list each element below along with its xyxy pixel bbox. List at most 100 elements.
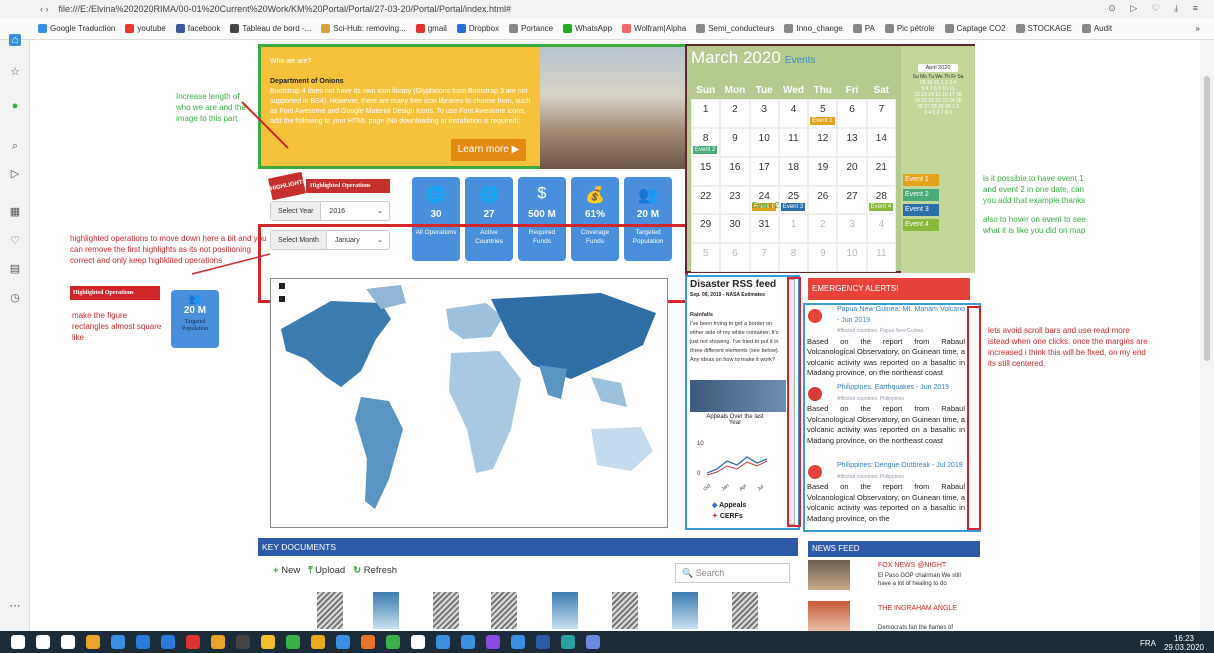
calendar-day[interactable]: 8 Event 2 <box>691 127 721 157</box>
bookmark-item[interactable]: Semi_conducteurs <box>696 24 774 33</box>
scroll-thumb[interactable] <box>1204 76 1210 361</box>
news-title[interactable]: FOX NEWS @NIGHT <box>878 561 968 570</box>
taskbar-app-icon[interactable] <box>336 635 350 649</box>
bookmark-item[interactable]: Google Traduction <box>38 24 115 33</box>
calendar-day[interactable]: 3 <box>749 99 779 128</box>
whatsapp-icon[interactable]: ● <box>9 100 21 112</box>
calendar-day[interactable]: 29 <box>691 214 721 244</box>
refresh-button[interactable]: ↻ Refresh <box>353 565 397 576</box>
back-icon[interactable]: ‹ › <box>40 4 49 14</box>
taskbar-app-icon[interactable] <box>361 635 375 649</box>
calendar-day[interactable]: 23 <box>720 185 750 215</box>
upload-button[interactable]: ⤒ Upload <box>308 565 345 576</box>
calendar-day[interactable]: 31 <box>749 214 779 244</box>
emergency-item[interactable]: Papua New Guinea: Mt. Manam Volcano - Ju… <box>807 305 965 379</box>
event-legend-item[interactable]: Event 1 <box>903 174 939 186</box>
send-icon[interactable]: ▷ <box>9 168 21 180</box>
bookmark-item[interactable]: Wolfram|Alpha <box>622 24 686 33</box>
bookmark-item[interactable]: Audit <box>1081 24 1112 33</box>
taskbar-app-icon[interactable] <box>86 635 100 649</box>
more-icon[interactable]: ⋯ <box>9 600 21 612</box>
news-thumbnail[interactable] <box>808 560 850 590</box>
star-icon[interactable]: ☆ <box>9 66 21 78</box>
calendar-day[interactable]: 18 <box>778 156 809 186</box>
bookmark-item[interactable]: facebook <box>175 24 220 33</box>
history-icon[interactable]: ◷ <box>9 292 21 304</box>
calendar-day[interactable]: 19 <box>808 156 838 186</box>
map-control-icon[interactable] <box>279 283 285 289</box>
mini-calendar-title[interactable]: April 2020 <box>918 64 958 72</box>
clock[interactable]: 16:23 29.03.2020 <box>1164 634 1204 652</box>
calendar-day[interactable]: 27 <box>837 185 867 215</box>
calendar-day[interactable]: 7 <box>866 99 896 128</box>
event-2-overlay[interactable]: Event 2 <box>752 201 779 210</box>
calendar-day[interactable]: 4 <box>778 99 809 128</box>
taskbar-app-icon[interactable] <box>311 635 325 649</box>
document-thumbnail[interactable] <box>433 592 459 629</box>
mini-calendar-week[interactable]: 3 4 5 6 7 8 9 <box>904 110 972 116</box>
learn-more-button[interactable]: Learn more ▶ <box>451 139 526 161</box>
bookmark-item[interactable]: Dropbox <box>456 24 499 33</box>
document-thumbnail[interactable] <box>672 592 698 629</box>
calendar-day[interactable]: 5 Event 1 <box>808 99 838 128</box>
taskbar-app-icon[interactable] <box>186 635 200 649</box>
calendar-day[interactable]: 12 <box>808 127 838 157</box>
bookmark-item[interactable]: Inno_change <box>784 24 843 33</box>
map-control-icon[interactable] <box>279 296 285 302</box>
calendar-event[interactable]: Event 4 <box>868 203 894 212</box>
bookmark-item[interactable]: PA <box>852 24 875 33</box>
calendar-day[interactable]: 17 <box>749 156 779 186</box>
bookmark-item[interactable]: Pic pétrole <box>884 24 935 33</box>
calendar-event[interactable]: Event 3 <box>780 203 806 212</box>
taskbar-app-icon[interactable] <box>211 635 225 649</box>
calendar-day[interactable]: 6 <box>720 243 750 272</box>
new-button[interactable]: + New <box>273 565 300 576</box>
calendar-day[interactable]: 8 <box>778 243 809 272</box>
mini-calendar[interactable]: April 2020 Su Mo Tu We Th Fr Sa 29 30 31… <box>904 64 972 134</box>
search-icon[interactable]: ⌕ <box>9 140 21 152</box>
taskbar-app-icon[interactable] <box>511 635 525 649</box>
heart-icon[interactable]: ♡ <box>9 235 21 247</box>
search-input[interactable]: 🔍 Search <box>675 563 790 583</box>
calendar-day[interactable]: 21 <box>866 156 896 186</box>
calendar-day[interactable]: 1 <box>778 214 809 244</box>
event-legend-item[interactable]: Event 4 <box>903 219 939 231</box>
taskbar-app-icon[interactable] <box>586 635 600 649</box>
bookmark-item[interactable]: WhatsApp <box>563 24 612 33</box>
calendar-day[interactable]: 4 <box>866 214 896 244</box>
calendar-day[interactable]: 11 <box>866 243 896 272</box>
language-indicator[interactable]: FRA <box>1140 639 1156 648</box>
taskbar-app-icon[interactable] <box>11 635 25 649</box>
document-thumbnail[interactable] <box>552 592 578 629</box>
bookmark-item[interactable]: gmail <box>415 24 447 33</box>
taskbar-app-icon[interactable] <box>386 635 400 649</box>
home-icon[interactable]: ⌂ <box>9 34 21 46</box>
bookmark-item[interactable]: Tableau de bord -... <box>230 24 311 33</box>
taskbar-app-icon[interactable] <box>236 635 250 649</box>
browser-tools[interactable]: ⊙ ▷ ♡ ⤓ ≡ <box>1108 3 1204 14</box>
taskbar-app-icon[interactable] <box>261 635 275 649</box>
world-map-svg[interactable] <box>271 279 667 527</box>
calendar-day[interactable]: 1 <box>691 99 721 128</box>
calendar-day[interactable]: 25 Event 3 <box>778 185 809 215</box>
taskbar-app-icon[interactable] <box>486 635 500 649</box>
bookmark-item[interactable]: Captage CO2 <box>944 24 1006 33</box>
calendar-event[interactable]: Event 1 <box>810 116 835 125</box>
calendar-day[interactable]: 22 <box>691 185 721 215</box>
taskbar-app-icon[interactable] <box>161 635 175 649</box>
taskbar-app-icon[interactable] <box>136 635 150 649</box>
taskbar-app-icon[interactable] <box>61 635 75 649</box>
calendar-day[interactable]: 2 <box>808 214 838 244</box>
document-thumbnail[interactable] <box>732 592 758 629</box>
calendar-day[interactable]: 9 <box>808 243 838 272</box>
calendar-day[interactable]: 16 <box>720 156 750 186</box>
calendar-day[interactable]: 24 Event 1 <box>749 185 779 215</box>
emergency-item-title[interactable]: Philippines: Dengue Outbreak - Jul 2019 <box>807 461 965 472</box>
document-thumbnail[interactable] <box>491 592 517 629</box>
calendar-day[interactable]: 5 <box>691 243 721 272</box>
page-scrollbar[interactable] <box>1200 40 1214 631</box>
calendar-day[interactable]: 14 <box>866 127 896 157</box>
calendar-day[interactable]: 11 <box>778 127 809 157</box>
taskbar-app-icon[interactable] <box>561 635 575 649</box>
calendar-day[interactable]: 7 <box>749 243 779 272</box>
